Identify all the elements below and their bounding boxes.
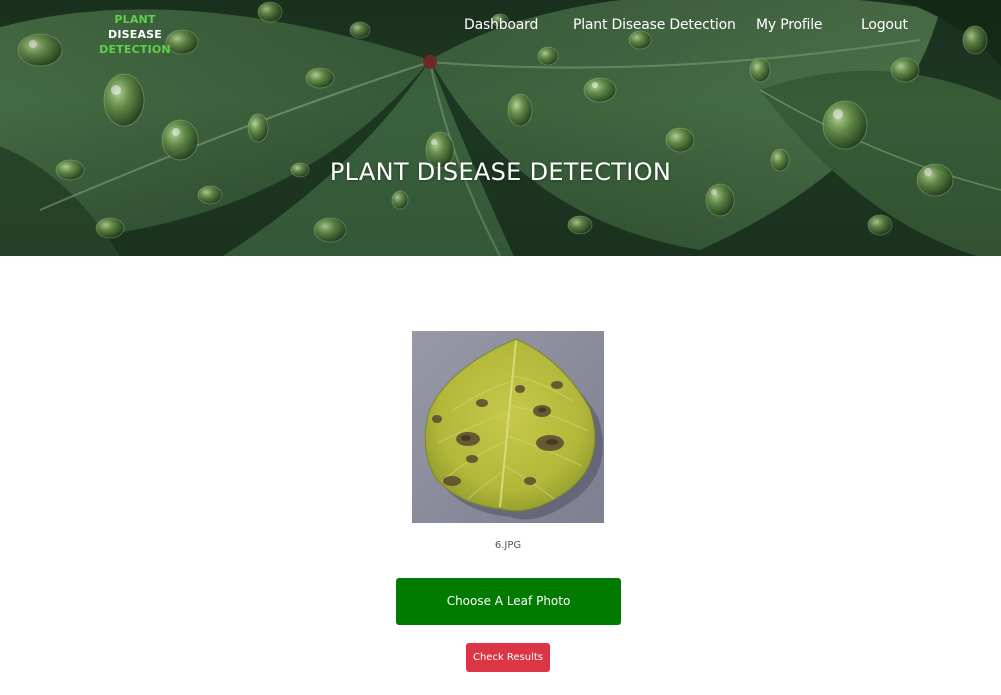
hero-banner: PLANT DISEASE DETECTION Dashboard Plant … bbox=[0, 0, 1001, 256]
nav-logout[interactable]: Logout bbox=[861, 17, 908, 37]
leaf-preview-image bbox=[412, 331, 604, 523]
nav-my-profile[interactable]: My Profile bbox=[756, 17, 823, 37]
logo-word-disease: DISEASE bbox=[107, 28, 162, 41]
nav-plant-disease-detection[interactable]: Plant Disease Detection bbox=[573, 17, 736, 37]
nav-dashboard[interactable]: Dashboard bbox=[464, 17, 538, 37]
check-results-button[interactable]: Check Results bbox=[466, 643, 550, 672]
page-title: PLANT DISEASE DETECTION bbox=[329, 158, 672, 186]
site-logo[interactable]: PLANT DISEASE DETECTION bbox=[86, 12, 184, 57]
logo-word-detection: DETECTION bbox=[99, 43, 171, 56]
selected-file-name: 6.JPG bbox=[494, 540, 522, 551]
choose-leaf-photo-button[interactable]: Choose A Leaf Photo bbox=[396, 578, 621, 625]
logo-word-plant: PLANT bbox=[114, 13, 156, 26]
